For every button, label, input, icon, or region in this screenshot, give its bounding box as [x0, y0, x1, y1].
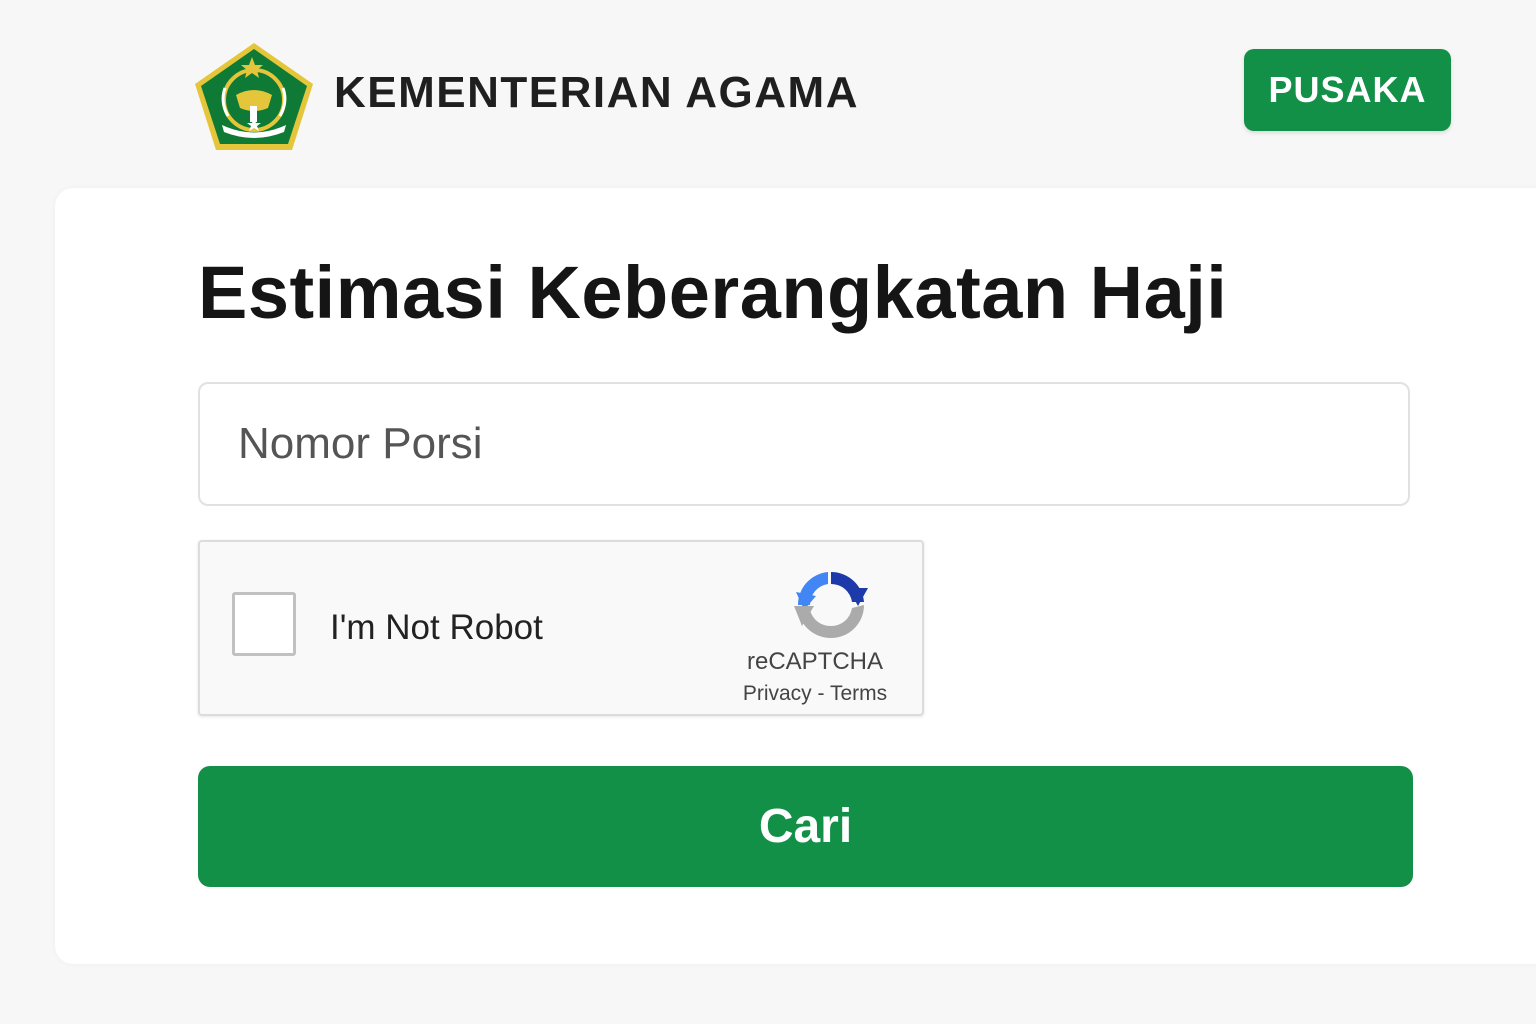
- recaptcha-widget: I'm Not Robot reCAPTCHA Privacy - Terms: [198, 540, 924, 716]
- brand-name: KEMENTERIAN AGAMA: [334, 68, 859, 117]
- recaptcha-brand-text: reCAPTCHA: [746, 648, 884, 675]
- links-separator: -: [811, 682, 830, 705]
- recaptcha-checkbox[interactable]: [232, 592, 296, 656]
- privacy-link[interactable]: Privacy: [743, 682, 812, 705]
- terms-link[interactable]: Terms: [830, 682, 887, 705]
- header: KEMENTERIAN AGAMA PUSAKA: [0, 0, 1536, 180]
- nomor-porsi-input[interactable]: [198, 382, 1410, 506]
- recaptcha-links: Privacy - Terms: [720, 682, 910, 706]
- cari-button[interactable]: Cari: [198, 766, 1413, 887]
- recaptcha-label: I'm Not Robot: [330, 608, 543, 647]
- search-card: Estimasi Keberangkatan Haji I'm Not Robo…: [55, 188, 1536, 964]
- kemenag-emblem-icon: [195, 43, 313, 150]
- page: KEMENTERIAN AGAMA PUSAKA Estimasi Kebera…: [0, 0, 1536, 1024]
- page-title: Estimasi Keberangkatan Haji: [198, 251, 1228, 334]
- pusaka-button[interactable]: PUSAKA: [1244, 49, 1451, 131]
- recaptcha-logo-icon: [794, 571, 868, 639]
